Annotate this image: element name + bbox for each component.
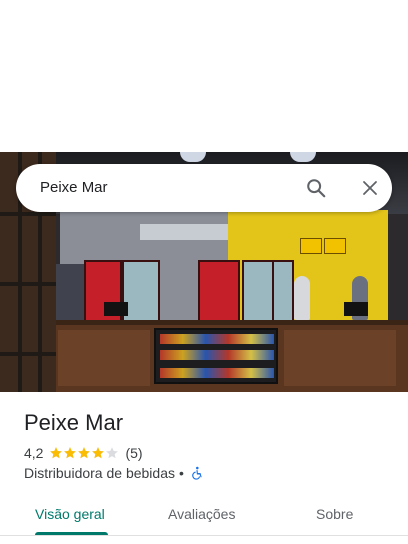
star-icon <box>106 447 119 459</box>
photo-fridge <box>198 260 240 328</box>
photo-frame-bar <box>0 212 56 216</box>
rating-row[interactable]: 4,2 (5) <box>24 444 143 462</box>
photo-case-shelf <box>160 368 274 378</box>
photo-case-shelf <box>160 350 274 360</box>
rating-value: 4,2 <box>24 445 44 461</box>
photo-monitor <box>344 302 368 316</box>
tab-sobre[interactable]: Sobre <box>316 504 353 524</box>
photo-monitor <box>104 302 128 316</box>
photo-case-shelf <box>160 334 274 344</box>
search-icon[interactable] <box>302 174 330 202</box>
place-title: Peixe Mar <box>24 410 124 435</box>
photo-fridge <box>122 260 160 328</box>
tab-bar: Visão geral Avaliações Sobre <box>0 492 408 544</box>
star-icon <box>50 447 63 459</box>
star-icon <box>78 447 91 459</box>
tab-avaliacoes[interactable]: Avaliações <box>168 504 235 524</box>
photo-fridge <box>272 260 294 328</box>
photo-frame-bar <box>0 282 56 286</box>
separator-dot: • <box>178 465 184 481</box>
rating-stars <box>49 446 119 460</box>
photo-window <box>140 224 230 240</box>
photo-fridge <box>84 260 122 328</box>
active-tab-indicator <box>35 532 108 535</box>
place-category: Distribuidora de bebidas <box>24 465 175 481</box>
photo-display-case <box>154 328 278 384</box>
star-icon <box>92 447 105 459</box>
star-icon <box>64 447 77 459</box>
search-input[interactable]: Peixe Mar <box>40 178 108 198</box>
top-blank-area <box>0 0 408 152</box>
photo-person <box>294 276 310 320</box>
close-icon[interactable] <box>356 174 384 202</box>
review-count[interactable]: (5) <box>125 445 142 461</box>
wheelchair-icon <box>192 466 202 480</box>
tabs-divider <box>0 535 408 536</box>
photo-beer-box <box>324 238 346 254</box>
photo-counter-panel <box>284 330 396 386</box>
photo-beer-box <box>300 238 322 254</box>
photo-counter-panel <box>58 330 150 386</box>
search-bar[interactable]: Peixe Mar <box>16 164 392 212</box>
category-row: Distribuidora de bebidas • <box>24 464 204 482</box>
photo-frame-bar <box>0 352 56 356</box>
tab-visao-geral[interactable]: Visão geral <box>35 504 105 524</box>
